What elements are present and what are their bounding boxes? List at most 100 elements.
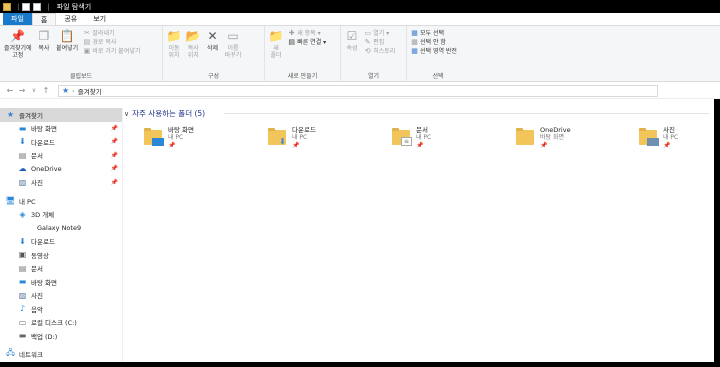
folder-icon xyxy=(516,128,536,146)
pin-icon[interactable]: 📌 xyxy=(111,125,118,132)
open-group-label: 열기 xyxy=(367,73,380,80)
nav-item-videos[interactable]: ▣ 동영상 xyxy=(0,248,122,262)
paste-label: 붙여넣기 xyxy=(56,45,79,52)
phone-icon xyxy=(18,224,27,232)
select-all-label: 모두 선택 xyxy=(420,30,444,37)
nav-item-label: OneDrive xyxy=(31,164,62,173)
folder-icon: ≡ xyxy=(392,128,412,146)
nav-item-galaxy-note9[interactable]: Galaxy Note9 xyxy=(0,221,122,235)
folder-icon xyxy=(144,128,164,146)
pin-to-quick-access-button[interactable]: 📌 즐겨찾기에 고정 xyxy=(4,29,32,60)
nav-item-label: 바탕 화면 xyxy=(31,125,57,134)
history-icon: ⟲ xyxy=(364,47,371,55)
move-to-label: 이동 위치 xyxy=(168,45,180,59)
select-none-icon: ▦ xyxy=(411,38,418,46)
nav-item-documents[interactable]: ▤ 문서 📌 xyxy=(0,149,122,163)
ribbon: 📌 즐겨찾기에 고정 ❐ 복사 📋 붙여넣기 ✂ 잘라내기 ▤ 경로 복사 ▣ 바로 … xyxy=(0,26,720,82)
nav-item-3d-objects[interactable]: ◈ 3D 개체 xyxy=(0,208,122,222)
properties-button[interactable]: ☑ 속성 xyxy=(345,29,359,53)
folder-tile-documents[interactable]: ≡ 문서 내 PC 📌 xyxy=(392,126,492,156)
nav-item-desktop[interactable]: ▬ 바탕 화면 📌 xyxy=(0,122,122,136)
address-bar-row: ← → ∨ ↑ ★ › 즐겨찾기 xyxy=(0,83,720,99)
pin-icon[interactable]: 📌 xyxy=(111,138,118,145)
recent-chevron-icon[interactable]: ∨ xyxy=(28,87,40,94)
nav-item-music[interactable]: ♪ 음악 xyxy=(0,302,122,316)
3d-objects-icon: ◈ xyxy=(19,209,26,219)
paste-button[interactable]: 📋 붙여넣기 xyxy=(56,29,79,53)
new-group: 📁 새 폴더 ✚ 새 항목 ▾ ▤ 빠른 연결 ▾ 새로 만들기 xyxy=(265,26,341,82)
history-button[interactable]: ⟲ 히스토리 xyxy=(364,47,396,56)
folder-name: 다운로드 xyxy=(292,126,316,134)
up-arrow-icon[interactable]: ↑ xyxy=(40,86,52,95)
window-edge-bottom xyxy=(0,362,720,367)
delete-button[interactable]: ✕ 삭제 xyxy=(205,29,219,53)
tab-file[interactable]: 파일 xyxy=(3,13,32,25)
copy-to-button[interactable]: 📂 복사 위치 xyxy=(186,29,201,60)
select-all-button[interactable]: ▦ 모두 선택 xyxy=(411,29,457,38)
select-group-label: 선택 xyxy=(432,73,444,80)
new-item-button[interactable]: ✚ 새 항목 ▾ xyxy=(288,29,326,38)
pin-icon[interactable]: 📌 xyxy=(111,179,118,186)
nav-item-downloads-pc[interactable]: ⬇ 다운로드 xyxy=(0,235,122,249)
invert-selection-button[interactable]: ▦ 선택 영역 반전 xyxy=(411,47,457,56)
rename-button[interactable]: ▭ 이름 바꾸기 xyxy=(225,28,242,60)
cut-button[interactable]: ✂ 잘라내기 xyxy=(83,29,140,38)
nav-this-pc-label: 내 PC xyxy=(19,197,36,206)
nav-item-local-disk-c[interactable]: ▭ 로컬 디스크 (C:) xyxy=(0,316,122,330)
folder-location: 바탕 화면 xyxy=(540,134,564,141)
edit-button[interactable]: ✎ 편집 xyxy=(364,38,395,47)
nav-this-pc[interactable]: 🖥 내 PC xyxy=(0,194,122,208)
download-icon: ⬇ xyxy=(279,137,286,146)
nav-item-label: 다운로드 xyxy=(31,238,55,247)
nav-item-pictures-pc[interactable]: ▨ 사진 xyxy=(0,289,122,303)
pin-icon: 📌 xyxy=(292,142,300,149)
nav-network[interactable]: 🖧 네트워크 xyxy=(0,348,122,362)
new-folder-button[interactable]: 📁 새 폴더 xyxy=(269,29,284,60)
nav-quick-access[interactable]: ★ 즐겨찾기 xyxy=(0,108,122,122)
select-none-label: 선택 안 함 xyxy=(420,39,446,46)
address-path: 즐겨찾기 xyxy=(77,87,102,96)
pin-icon[interactable]: 📌 xyxy=(111,165,118,172)
folder-tile-desktop[interactable]: 바탕 화면 내 PC 📌 xyxy=(144,126,244,156)
move-to-button[interactable]: 📁 이동 위치 xyxy=(167,29,182,60)
forward-arrow-icon[interactable]: → xyxy=(16,86,28,95)
nav-item-desktop-pc[interactable]: ▬ 바탕 화면 xyxy=(0,275,122,289)
window-edge-right xyxy=(714,99,720,367)
folder-name: 바탕 화면 xyxy=(168,126,194,134)
address-input[interactable]: ★ › 즐겨찾기 xyxy=(58,84,658,97)
folder-icon[interactable] xyxy=(3,2,11,11)
paste-shortcut-icon: ▣ xyxy=(83,47,91,55)
nav-item-documents-pc[interactable]: ▤ 문서 xyxy=(0,262,122,276)
nav-item-label: 3D 개체 xyxy=(31,211,55,220)
copy-button[interactable]: ❐ 복사 xyxy=(37,29,51,53)
nav-item-downloads[interactable]: ⬇ 다운로드 📌 xyxy=(0,135,122,149)
nav-item-pictures[interactable]: ▨ 사진 📌 xyxy=(0,176,122,190)
open-icon: ▭ xyxy=(364,29,372,37)
nav-network-label: 네트워크 xyxy=(19,351,43,360)
open-button[interactable]: ▭ 열기 ▾ xyxy=(364,29,395,38)
properties-icon[interactable] xyxy=(22,2,31,11)
separator: | xyxy=(17,2,20,11)
folder-tile-downloads[interactable]: ⬇ 다운로드 내 PC 📌 xyxy=(268,126,368,156)
nav-item-onedrive[interactable]: ☁ OneDrive 📌 xyxy=(0,162,122,176)
tab-home[interactable]: 홈 xyxy=(31,13,57,25)
folder-name: 사진 xyxy=(663,126,675,134)
back-arrow-icon[interactable]: ← xyxy=(4,86,16,95)
paste-shortcut-button[interactable]: ▣ 바로 가기 붙여넣기 xyxy=(83,47,141,56)
easy-access-button[interactable]: ▤ 빠른 연결 ▾ xyxy=(288,38,326,47)
folder-tile-onedrive[interactable]: OneDrive 바탕 화면 📌 xyxy=(516,126,616,156)
folder-name: OneDrive xyxy=(540,126,571,134)
new-folder-icon[interactable] xyxy=(33,2,42,11)
tab-share[interactable]: 공유 xyxy=(56,13,85,25)
select-none-button[interactable]: ▦ 선택 안 함 xyxy=(411,38,457,47)
nav-item-label: 동영상 xyxy=(31,251,49,260)
folder-tile-pictures[interactable]: 사진 내 PC 📌 xyxy=(639,126,720,156)
pin-icon[interactable]: 📌 xyxy=(111,152,118,159)
copy-path-button[interactable]: ▤ 경로 복사 xyxy=(83,38,140,47)
open-group: ☑ 속성 ▭ 열기 ▾ ✎ 편집 ⟲ 히스토리 열기 xyxy=(341,26,407,82)
nav-item-label: 문서 xyxy=(31,152,43,161)
tab-view[interactable]: 보기 xyxy=(85,13,114,25)
nav-item-backup-d[interactable]: ▬ 백업 (D:) xyxy=(0,329,122,343)
rename-icon: ▭ xyxy=(227,28,239,43)
frequent-folders-header[interactable]: ∨ 자주 사용하는 폴더 (5) xyxy=(124,108,205,119)
